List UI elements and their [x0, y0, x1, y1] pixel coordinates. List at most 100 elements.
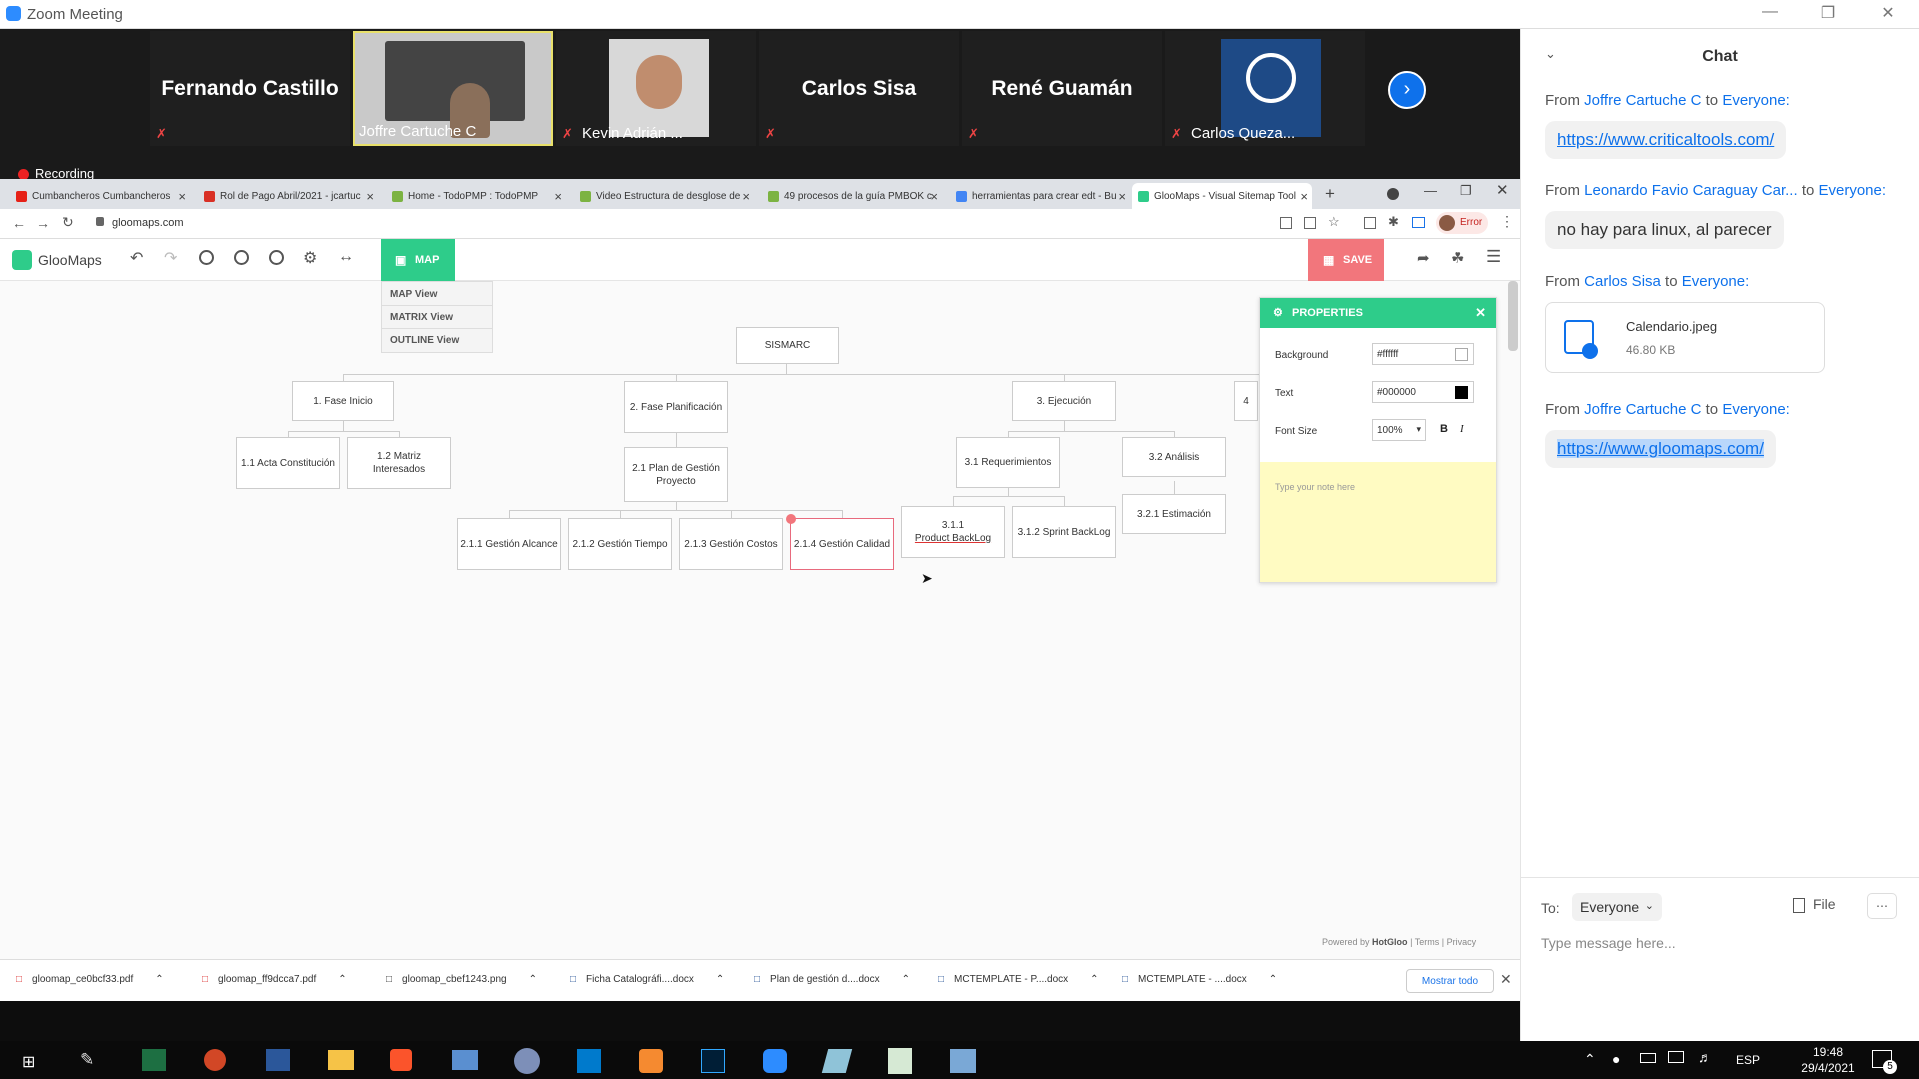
browser-tab[interactable]: Video Estructura de desglose de × [574, 183, 754, 209]
sitemap-node[interactable]: 2.1.1 Gestión Alcance [457, 518, 561, 570]
participant-tile[interactable]: Carlos Sisa ✗ [759, 31, 959, 146]
new-tab-button[interactable]: + [1325, 184, 1335, 204]
url-field[interactable]: gloomaps.com [112, 217, 184, 229]
browser-tab-active[interactable]: GlooMaps - Visual Sitemap Tool × [1132, 183, 1312, 209]
restore-button[interactable]: ❐ [1808, 3, 1848, 25]
browser-minimize-button[interactable]: — [1424, 183, 1437, 198]
menu-item-matrix-view[interactable]: MATRIX View [390, 312, 453, 323]
sitemap-node[interactable]: 1.2 Matriz Interesados [347, 437, 451, 489]
sitemap-node[interactable]: 3.2 Análisis [1122, 437, 1226, 477]
chevron-up-icon[interactable]: ⌃ [902, 974, 910, 985]
note-textarea[interactable]: Type your note here [1260, 462, 1496, 582]
browser-tab[interactable]: herramientas para crear edt - Bu × [950, 183, 1130, 209]
reading-list-icon[interactable] [1364, 217, 1376, 229]
microphone-icon[interactable]: ● [1612, 1051, 1620, 1067]
file-explorer-icon[interactable] [328, 1050, 354, 1070]
tab-search-icon[interactable] [1387, 188, 1399, 200]
minimize-button[interactable]: — [1750, 3, 1790, 25]
sitemap-node[interactable]: 2.1.2 Gestión Tiempo [568, 518, 672, 570]
zoom-taskbar-icon[interactable] [763, 1049, 787, 1073]
more-options-button[interactable]: ⋯ [1867, 893, 1897, 919]
tab-close-icon[interactable]: × [178, 189, 186, 204]
chevron-up-icon[interactable]: ⌃ [155, 974, 163, 985]
windows-start-icon[interactable]: ⊞ [22, 1052, 35, 1072]
italic-button[interactable]: I [1460, 423, 1464, 435]
sitemap-node[interactable]: 3. Ejecución [1012, 381, 1116, 421]
share-icon[interactable]: ➦ [1417, 249, 1430, 267]
puzzle-extensions-icon[interactable]: ✱ [1388, 214, 1399, 230]
powerpoint-icon[interactable] [204, 1049, 226, 1071]
app-icon[interactable]: ✎ [80, 1050, 94, 1070]
cast-icon[interactable] [1412, 217, 1425, 228]
word-icon[interactable] [266, 1049, 290, 1071]
sitemap-node[interactable]: 2.1 Plan de Gestión Proyecto [624, 447, 728, 502]
next-page-button[interactable]: › [1388, 71, 1426, 109]
download-item[interactable]: □ MCTEMPLATE - ....docx ⌃ [1122, 974, 1277, 985]
zoom-in-icon[interactable] [199, 250, 214, 265]
photos-icon[interactable] [950, 1049, 976, 1073]
forward-icon[interactable]: → [36, 215, 50, 231]
hotgloo-link[interactable]: HotGloo [1372, 937, 1408, 947]
vscode-icon[interactable] [577, 1049, 601, 1073]
sitemap-node[interactable]: 3.2.1 Estimación [1122, 494, 1226, 534]
hamburger-menu-icon[interactable]: ☰ [1486, 247, 1501, 267]
brave-icon[interactable] [390, 1049, 412, 1071]
sitemap-node[interactable]: 3.1.1 Product BackLog [901, 506, 1005, 558]
message-link[interactable]: https://www.criticaltools.com/ [1557, 130, 1774, 149]
language-indicator[interactable]: ESP [1736, 1053, 1760, 1067]
chevron-up-icon[interactable]: ⌃ [529, 974, 537, 985]
r-icon[interactable] [514, 1048, 540, 1074]
menu-item-map-view[interactable]: MAP View [390, 289, 437, 300]
background-color-input[interactable]: #ffffff [1372, 343, 1474, 365]
chevron-up-icon[interactable]: ⌃ [1269, 974, 1277, 985]
tab-close-icon[interactable]: × [1118, 189, 1126, 204]
sitemap-node-root[interactable]: SISMARC [736, 327, 839, 364]
sitemap-node[interactable]: 3.1 Requerimientos [956, 437, 1060, 488]
background-swatch[interactable] [1455, 348, 1468, 361]
expand-width-icon[interactable]: ↔ [338, 248, 354, 266]
redo-icon[interactable]: ↷ [164, 248, 177, 268]
font-size-select[interactable]: 100% ▾ [1372, 419, 1426, 441]
network-icon[interactable] [1668, 1051, 1684, 1063]
chevron-up-icon[interactable]: ⌃ [1090, 974, 1098, 985]
xampp-icon[interactable] [639, 1049, 663, 1073]
sitemap-node[interactable]: 2.1.3 Gestión Costos [679, 518, 783, 570]
message-link[interactable]: https://www.gloomaps.com/ [1557, 439, 1764, 458]
download-item[interactable]: □ MCTEMPLATE - P....docx ⌃ [938, 974, 1099, 985]
show-all-downloads-button[interactable]: Mostrar todo [1406, 969, 1494, 993]
participant-tile-active-speaker[interactable]: Joffre Cartuche C [353, 31, 553, 146]
photoshop-icon[interactable] [701, 1049, 725, 1073]
twitter-icon[interactable]: ☘ [1451, 249, 1464, 267]
sitemap-node[interactable]: 1. Fase Inicio [292, 381, 394, 421]
battery-icon[interactable] [1640, 1053, 1656, 1063]
browser-tab[interactable]: 49 procesos de la guía PMBOK c × [762, 183, 942, 209]
chevron-up-icon[interactable]: ⌃ [338, 974, 346, 985]
back-icon[interactable]: ← [12, 215, 26, 231]
recipient-select[interactable]: Everyone ⌄ [1572, 893, 1662, 921]
download-item[interactable]: □ gloomap_cbef1243.png ⌃ [386, 974, 537, 985]
privacy-link[interactable]: Privacy [1447, 937, 1477, 947]
menu-item-outline-view[interactable]: OUTLINE View [390, 335, 459, 346]
close-properties-icon[interactable]: ✕ [1475, 305, 1486, 321]
excel-icon[interactable] [142, 1049, 166, 1071]
participant-tile[interactable]: René Guamán ✗ [962, 31, 1162, 146]
close-button[interactable]: ✕ [1868, 3, 1908, 25]
participant-tile[interactable]: ✗ Kevin Adrián ... [556, 31, 756, 146]
browser-restore-button[interactable]: ❐ [1460, 183, 1472, 199]
app-icon[interactable] [821, 1049, 853, 1073]
download-item[interactable]: □ gloomap_ce0bcf33.pdf ⌃ [16, 974, 164, 985]
settings-gear-icon[interactable]: ⚙ [303, 248, 317, 268]
sitemap-node[interactable]: 2. Fase Planificación [624, 381, 728, 433]
text-swatch[interactable] [1455, 386, 1468, 399]
vertical-scrollbar[interactable] [1508, 281, 1518, 351]
target-icon[interactable] [269, 250, 284, 265]
volume-icon[interactable]: ♬ [1698, 1049, 1712, 1065]
app-icon[interactable] [452, 1050, 478, 1070]
browser-menu-icon[interactable]: ⋮ [1500, 213, 1514, 230]
sitemap-node[interactable]: 4 [1234, 381, 1258, 421]
app-icon[interactable] [888, 1048, 912, 1074]
download-item[interactable]: □ Ficha Catalográfi....docx ⌃ [570, 974, 724, 985]
tab-close-icon[interactable]: × [930, 189, 938, 204]
sitemap-node-selected[interactable]: 2.1.4 Gestión Calidad [790, 518, 894, 570]
chevron-up-icon[interactable]: ⌃ [716, 974, 724, 985]
